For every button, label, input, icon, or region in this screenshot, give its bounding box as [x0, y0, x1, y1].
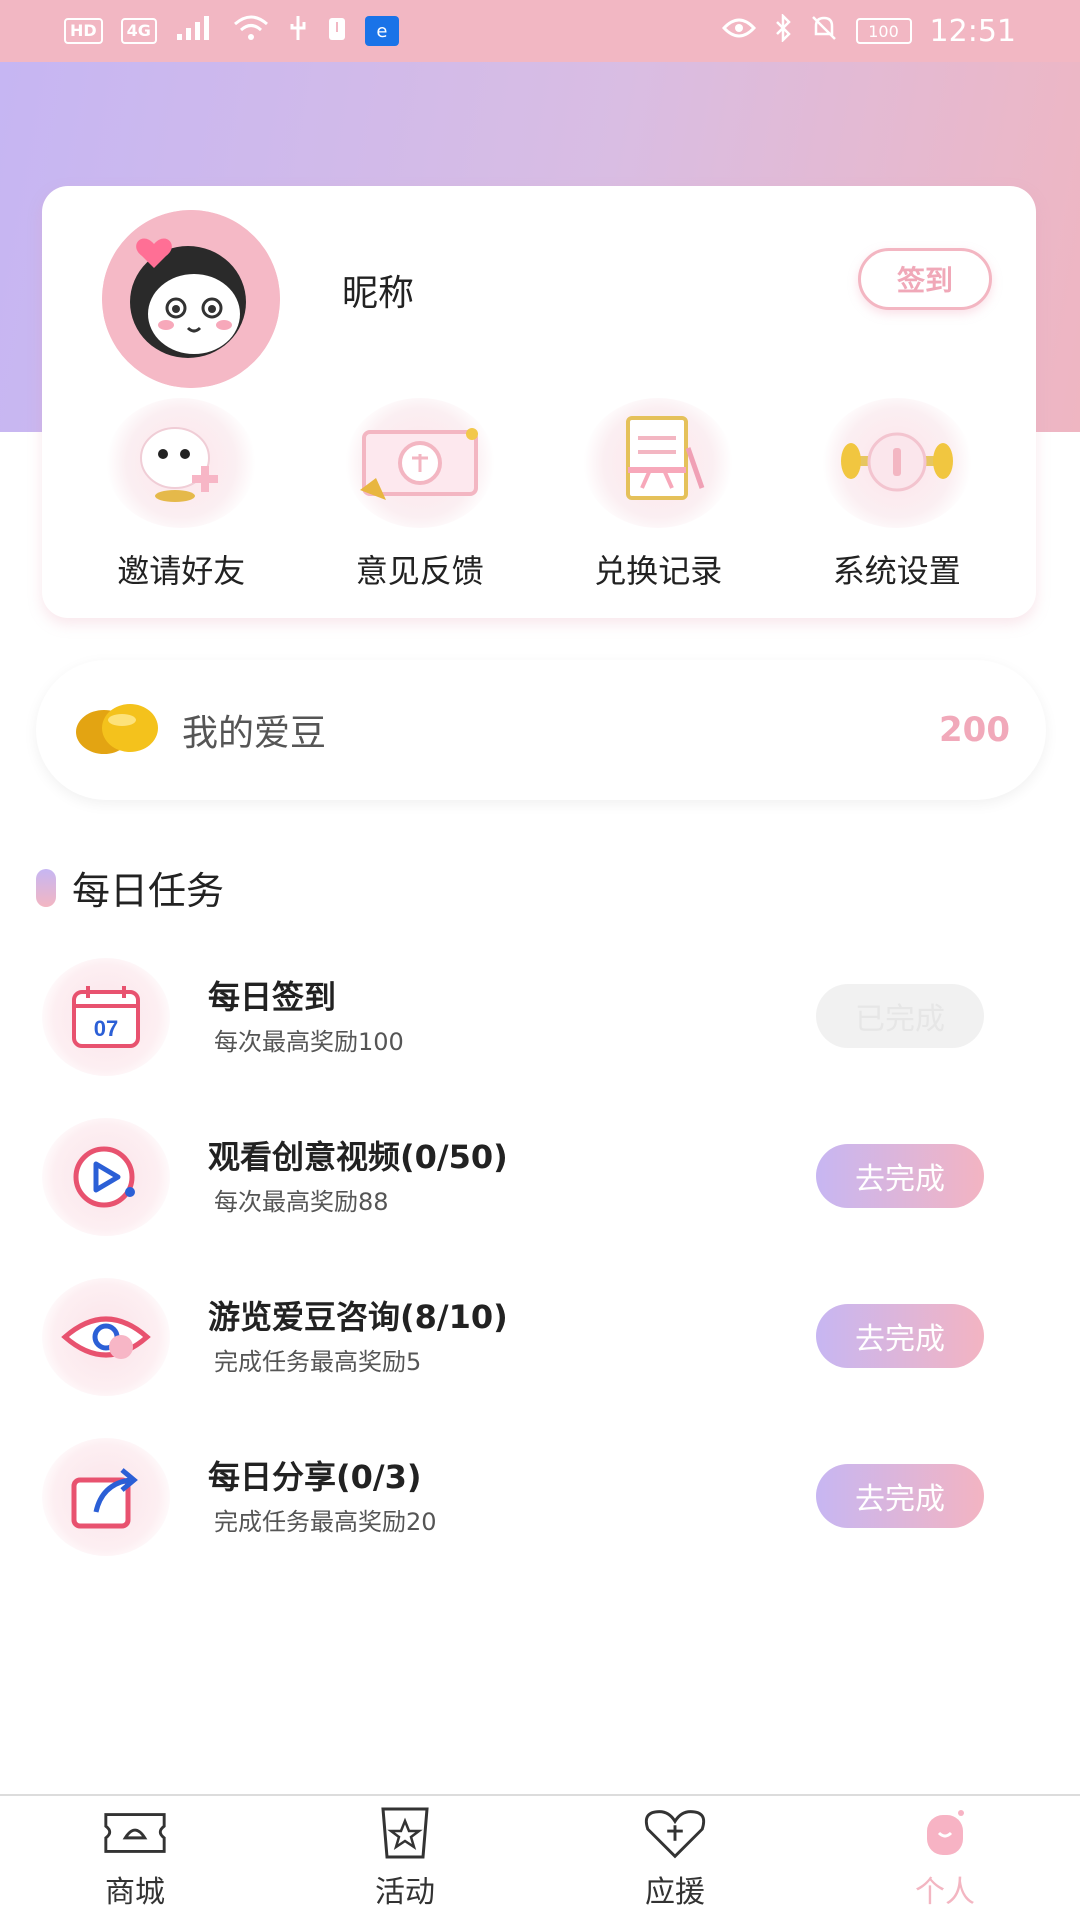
feature-row: 邀请好友 意见反馈 兑换记录 系统设置: [42, 398, 1036, 598]
task-description: 完成任务最高奖励5: [214, 1348, 422, 1376]
app-notification-icon: e: [364, 16, 399, 46]
network-indicator: 4G: [120, 18, 157, 44]
eye-status-icon: [721, 16, 756, 46]
feedback-ticket-icon: [344, 398, 495, 528]
task-title: 每日签到: [208, 978, 337, 1016]
bottom-navigation: 商城 活动 应援 个人: [0, 1794, 1080, 1920]
task-daily-share: 每日分享(0/3) 完成任务最高奖励20 去完成: [36, 1438, 1046, 1568]
status-left: HD 4G e: [64, 14, 399, 48]
task-description: 每次最高奖励88: [214, 1188, 389, 1216]
task-description: 完成任务最高奖励20: [214, 1508, 437, 1536]
nav-item-profile[interactable]: 个人: [845, 1805, 1045, 1911]
feature-label: 邀请好友: [117, 552, 246, 590]
activity-star-icon: [370, 1805, 440, 1861]
feature-system-settings[interactable]: 系统设置: [778, 398, 1017, 598]
task-title: 游览爱豆咨询(8/10): [208, 1298, 508, 1336]
usb-icon: [287, 14, 309, 48]
signal-icon: [175, 14, 215, 48]
eye-icon: [42, 1278, 170, 1396]
feature-label: 系统设置: [832, 552, 961, 590]
task-go-complete-button[interactable]: 去完成: [816, 1304, 984, 1368]
task-title: 每日分享(0/3): [208, 1458, 422, 1496]
beans-value: 200: [939, 710, 1010, 750]
signin-button[interactable]: 签到: [858, 248, 992, 310]
nav-item-mall[interactable]: 商城: [35, 1805, 235, 1911]
warning-icon: [327, 14, 347, 48]
task-description: 每次最高奖励100: [214, 1028, 404, 1056]
nav-item-support[interactable]: 应援: [575, 1805, 775, 1911]
status-right: 100 12:51: [721, 12, 1016, 49]
share-icon: [42, 1438, 170, 1556]
task-browse-news: 游览爱豆咨询(8/10) 完成任务最高奖励5 去完成: [36, 1278, 1046, 1408]
beans-coin-icon: [72, 698, 164, 762]
nav-label: 个人: [915, 1875, 975, 1910]
status-time: 12:51: [929, 13, 1016, 49]
exchange-record-icon: [583, 398, 734, 528]
feature-label: 意见反馈: [355, 552, 484, 590]
battery-indicator: 100: [855, 18, 912, 44]
feature-feedback[interactable]: 意见反馈: [301, 398, 540, 598]
feature-exchange-record[interactable]: 兑换记录: [539, 398, 778, 598]
nav-label: 应援: [645, 1875, 705, 1910]
settings-dumbbell-icon: [821, 398, 972, 528]
nav-item-activity[interactable]: 活动: [305, 1805, 505, 1911]
my-beans-row[interactable]: 我的爱豆 200: [36, 660, 1046, 800]
avatar-cartoon-girl-icon: [102, 210, 280, 388]
mute-bell-icon: [810, 14, 838, 48]
section-accent-bar: [36, 868, 56, 907]
invite-ghost-icon: [106, 398, 257, 528]
profile-ghost-icon: [910, 1805, 980, 1861]
hd-indicator: HD: [64, 18, 103, 44]
profile-card: 昵称 签到 邀请好友 意见反馈 兑换记录 系统设置: [42, 186, 1036, 618]
daily-tasks-header: 每日任务: [36, 860, 224, 915]
svg-text:07: 07: [94, 1016, 118, 1041]
play-video-icon: [42, 1118, 170, 1236]
beans-label: 我的爱豆: [182, 713, 327, 754]
calendar-icon: 07: [42, 958, 170, 1076]
wifi-icon: [233, 14, 269, 48]
mall-ticket-icon: [100, 1805, 170, 1861]
status-bar: HD 4G e 100 12:51: [0, 0, 1080, 62]
support-heart-icon: [640, 1805, 710, 1861]
feature-invite-friends[interactable]: 邀请好友: [62, 398, 301, 598]
nav-label: 活动: [375, 1875, 435, 1910]
task-daily-signin: 07 每日签到 每次最高奖励100 已完成: [36, 958, 1046, 1088]
task-go-complete-button[interactable]: 去完成: [816, 1464, 984, 1528]
task-go-complete-button[interactable]: 去完成: [816, 1144, 984, 1208]
task-watch-video: 观看创意视频(0/50) 每次最高奖励88 去完成: [36, 1118, 1046, 1248]
bluetooth-icon: [774, 12, 792, 48]
feature-label: 兑换记录: [594, 552, 723, 590]
task-title: 观看创意视频(0/50): [208, 1138, 508, 1176]
nav-label: 商城: [105, 1875, 165, 1910]
nickname[interactable]: 昵称: [342, 264, 414, 316]
section-title: 每日任务: [72, 869, 225, 913]
avatar[interactable]: [102, 210, 280, 388]
task-completed-button[interactable]: 已完成: [816, 984, 984, 1048]
